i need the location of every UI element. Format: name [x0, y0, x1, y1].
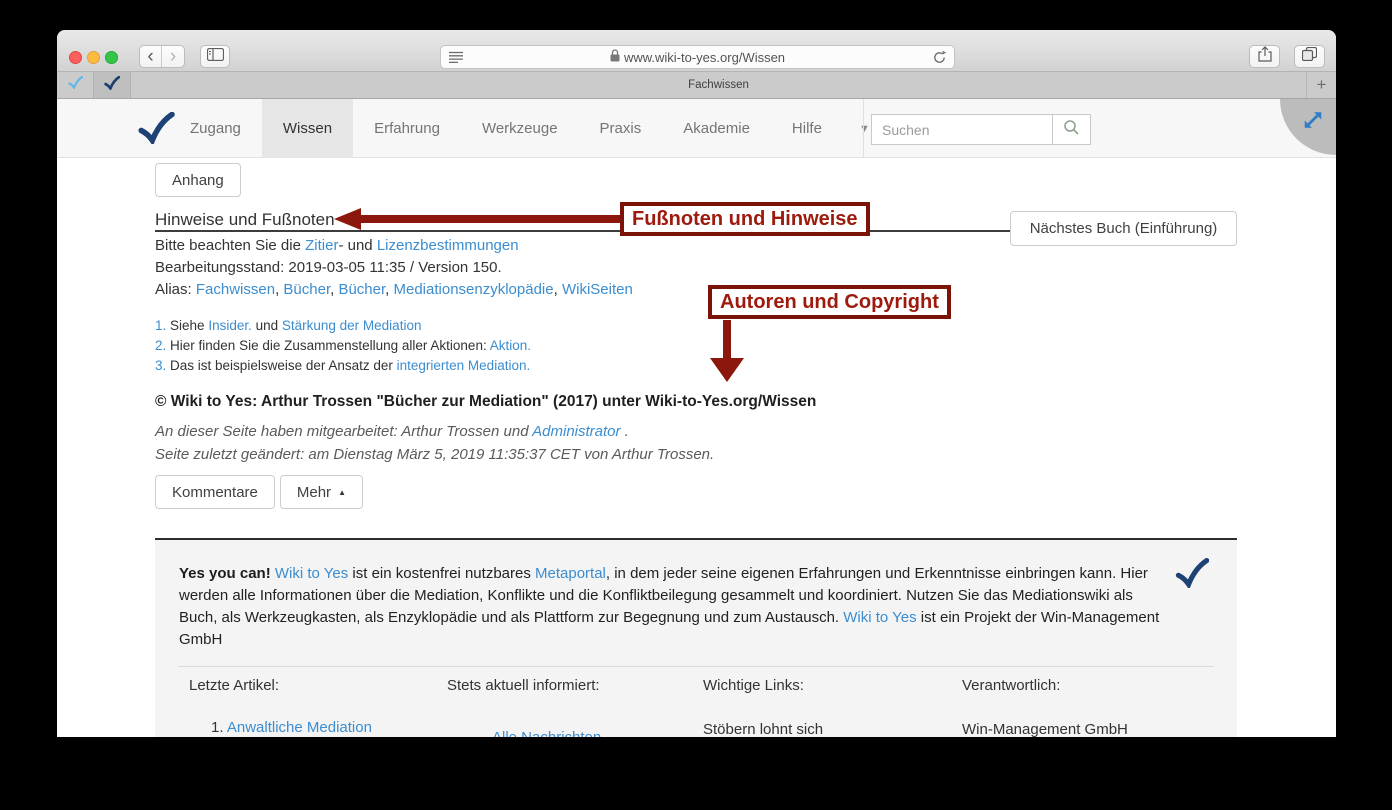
sidebar-toggle-button[interactable] — [200, 45, 230, 68]
nav-item-wissen[interactable]: Wissen — [262, 99, 353, 158]
alias-line: Alias: Fachwissen, Bücher, Bücher, Media… — [155, 279, 633, 301]
nav-item-hilfe[interactable]: Hilfe — [771, 99, 843, 158]
footer-separator — [178, 666, 1214, 667]
footer-check-logo-icon — [1175, 558, 1209, 593]
last-changed-line: Seite zuletzt geändert: am Dienstag März… — [155, 443, 714, 466]
caret-up-icon: ▲ — [338, 488, 346, 497]
share-button[interactable] — [1249, 45, 1280, 68]
version-line: Bearbeitungsstand: 2019-03-05 11:35 / Ve… — [155, 257, 633, 279]
heading-rule — [155, 230, 1010, 232]
footer-col-header: Stets aktuell informiert: — [447, 677, 697, 694]
mehr-button[interactable]: Mehr▲ — [280, 475, 363, 509]
zitier-link[interactable]: Zitier — [305, 237, 338, 254]
alias-link-enzyklopaedie[interactable]: Mediationsenzyklopädie — [394, 281, 554, 298]
footnote-3: 3. Das ist beispielsweise der Ansatz der… — [155, 356, 531, 376]
alias-link-fachwissen[interactable]: Fachwissen — [196, 281, 275, 298]
annotation-arrow-down — [710, 320, 744, 382]
zoom-window-button[interactable] — [105, 51, 118, 64]
page-title: Hinweise und Fußnoten — [155, 210, 335, 230]
footnote-1: 1. Siehe Insider. und Stärkung der Media… — [155, 316, 531, 336]
pinned-tab-1[interactable] — [57, 72, 94, 98]
footnote-list: 1. Siehe Insider. und Stärkung der Media… — [155, 316, 531, 376]
wiki-to-yes-link-2[interactable]: Wiki to Yes — [843, 609, 916, 626]
contributors-block: An dieser Seite haben mitgearbeitet: Art… — [155, 420, 714, 466]
anhang-tab-button[interactable]: Anhang — [155, 163, 241, 197]
expand-arrows-icon — [1302, 109, 1324, 131]
annotation-box-authors: Autoren und Copyright — [708, 285, 951, 319]
alias-link-buecher-1[interactable]: Bücher — [283, 281, 330, 298]
action-buttons: Kommentare Mehr▲ — [155, 475, 363, 509]
search-icon — [1063, 119, 1080, 141]
lizenz-link[interactable]: Lizenzbestimmungen — [377, 237, 519, 254]
alias-link-buecher-2[interactable]: Bücher — [338, 281, 385, 298]
footer-list-item: 1. Anwaltliche Mediation — [189, 719, 439, 736]
contributors-line: An dieser Seite haben mitgearbeitet: Art… — [155, 420, 714, 443]
new-tab-button[interactable]: + — [1306, 72, 1336, 98]
nav-menu: Zugang Wissen Erfahrung Werkzeuge Praxis… — [169, 99, 886, 158]
footnote-2: 2. Hier finden Sie die Zusammenstellung … — [155, 336, 531, 356]
annotation-box-footnotes: Fußnoten und Hinweise — [620, 202, 870, 236]
tab-title: Fachwissen — [688, 79, 749, 91]
aktion-link[interactable]: Aktion. — [490, 338, 531, 353]
copyright-line: © Wiki to Yes: Arthur Trossen "Bücher zu… — [155, 393, 816, 411]
nav-item-zugang[interactable]: Zugang — [169, 99, 262, 158]
active-tab[interactable]: Fachwissen — [131, 72, 1306, 98]
minimize-window-button[interactable] — [87, 51, 100, 64]
citation-notice-line: Bitte beachten Sie die Zitier- und Lizen… — [155, 235, 633, 257]
nav-divider — [863, 99, 864, 158]
wiki-to-yes-link-1[interactable]: Wiki to Yes — [275, 565, 348, 582]
footer-col-header: Wichtige Links: — [703, 677, 953, 694]
alle-nachrichten-link[interactable]: Alle Nachrichten — [492, 729, 601, 737]
next-book-button[interactable]: Nächstes Buch (Einführung) — [1010, 211, 1237, 246]
footer-intro: Yes you can! Wiki to Yes ist ein kostenf… — [179, 563, 1164, 651]
annotation-arrow-left — [334, 208, 620, 230]
share-icon — [1258, 46, 1272, 67]
insider-link[interactable]: Insider. — [208, 318, 252, 333]
browser-titlebar: ‹ › www.wiki-to-yes.org/Wissen — [57, 30, 1336, 72]
refresh-button[interactable] — [932, 50, 947, 70]
check-icon-light — [68, 76, 83, 94]
tab-overview-button[interactable] — [1294, 45, 1325, 68]
footer-list-item: Alle Nachrichten — [447, 729, 697, 737]
administrator-link[interactable]: Administrator — [532, 423, 620, 440]
footer-col-letzte-artikel: Letzte Artikel: 1. Anwaltliche Mediation — [189, 677, 439, 736]
address-bar[interactable]: www.wiki-to-yes.org/Wissen — [440, 45, 955, 69]
close-window-button[interactable] — [69, 51, 82, 64]
search-button[interactable] — [1052, 114, 1091, 145]
back-button[interactable]: ‹ — [140, 46, 162, 67]
meta-text-block: Bitte beachten Sie die Zitier- und Lizen… — [155, 235, 633, 301]
nav-item-werkzeuge[interactable]: Werkzeuge — [461, 99, 579, 158]
lock-icon — [610, 49, 620, 65]
browser-window: ‹ › www.wiki-to-yes.org/Wissen — [57, 30, 1336, 737]
metaportal-link[interactable]: Metaportal — [535, 565, 606, 582]
nav-item-akademie[interactable]: Akademie — [662, 99, 771, 158]
staerkung-link[interactable]: Stärkung der Mediation — [282, 318, 422, 333]
pinned-tab-2[interactable] — [94, 72, 131, 98]
footer-col-links: Wichtige Links: Stöbern lohnt sich — [703, 677, 953, 737]
search-input[interactable] — [871, 114, 1052, 145]
tabs-icon — [1302, 47, 1317, 66]
integrierte-mediation-link[interactable]: integrierten Mediation. — [397, 358, 531, 373]
nav-item-erfahrung[interactable]: Erfahrung — [353, 99, 461, 158]
site-navbar: Zugang Wissen Erfahrung Werkzeuge Praxis… — [57, 99, 1336, 158]
kommentare-button[interactable]: Kommentare — [155, 475, 275, 509]
history-nav-group: ‹ › — [139, 45, 185, 68]
search-area — [871, 114, 1091, 145]
footer-col-verantwortlich: Verantwortlich: Win-Management GmbH — [962, 677, 1212, 737]
footer-col-aktuell: Stets aktuell informiert: Alle Nachricht… — [447, 677, 697, 737]
site-footer: Yes you can! Wiki to Yes ist ein kostenf… — [155, 540, 1237, 737]
nav-item-praxis[interactable]: Praxis — [579, 99, 663, 158]
url-text: www.wiki-to-yes.org/Wissen — [624, 50, 785, 65]
check-icon-navy — [104, 76, 120, 95]
sidebar-icon — [207, 48, 224, 66]
footer-col-header: Verantwortlich: — [962, 677, 1212, 694]
page-content: Zugang Wissen Erfahrung Werkzeuge Praxis… — [57, 99, 1336, 737]
forward-button[interactable]: › — [162, 46, 184, 67]
tab-bar: Fachwissen + — [57, 72, 1336, 99]
footer-col-header: Letzte Artikel: — [189, 677, 439, 694]
alias-link-wikiseiten[interactable]: WikiSeiten — [562, 281, 633, 298]
footer-list-item: Win-Management GmbH — [962, 721, 1212, 737]
anwaltliche-mediation-link[interactable]: Anwaltliche Mediation — [227, 719, 372, 736]
footer-list-item: Stöbern lohnt sich — [703, 721, 953, 737]
